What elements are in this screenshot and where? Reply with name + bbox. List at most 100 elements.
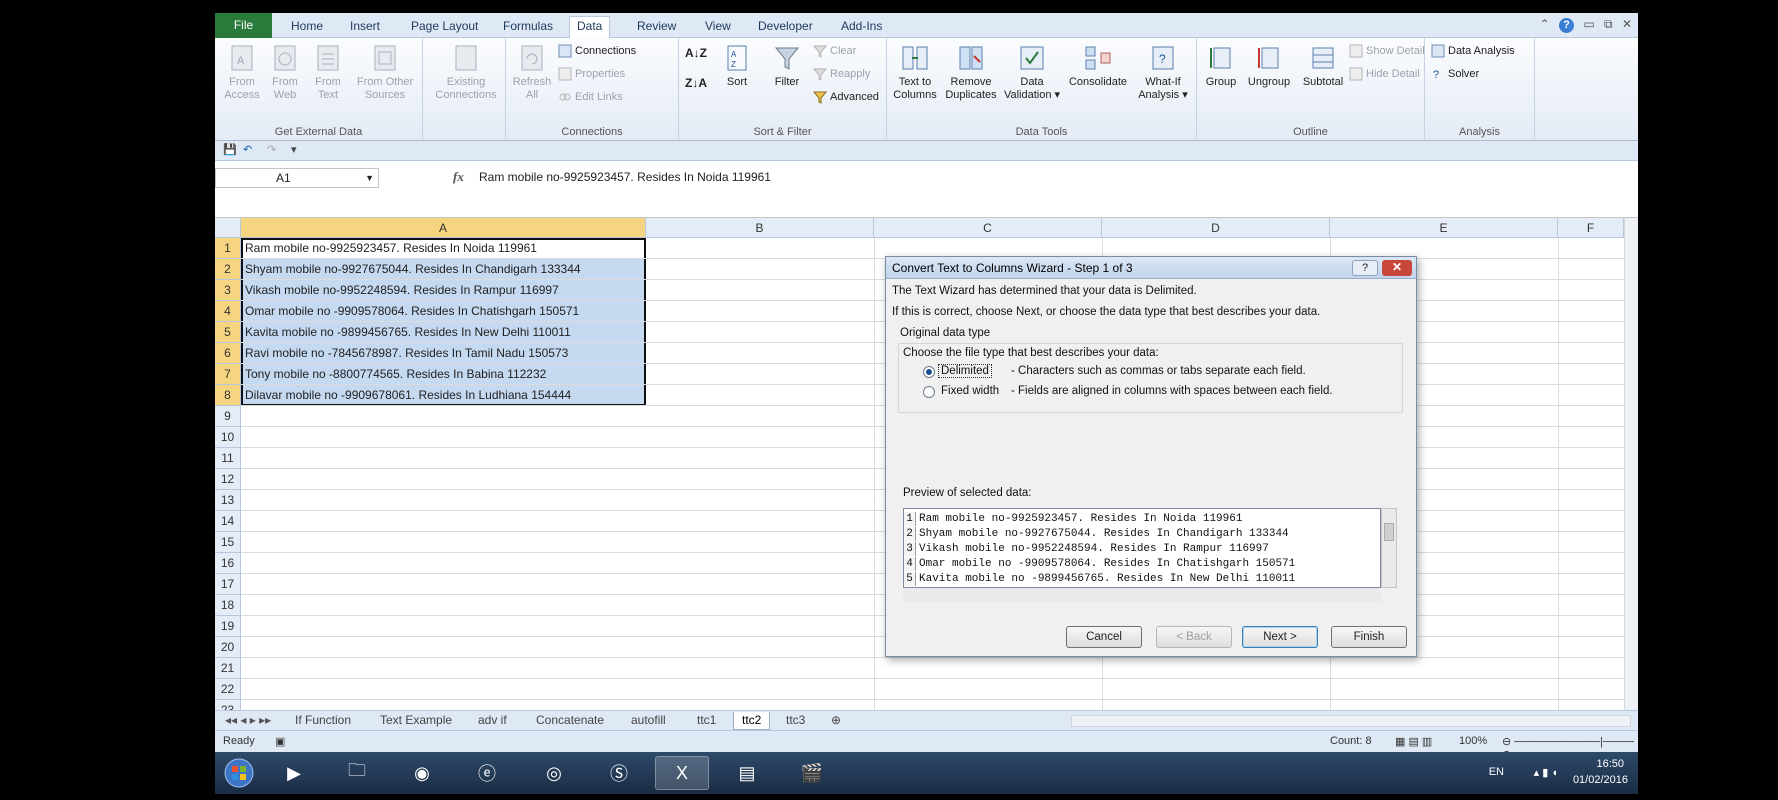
row-header[interactable]: 9 (215, 406, 241, 427)
row-header[interactable]: 15 (215, 532, 241, 553)
refresh-all-button[interactable]: Refresh All (508, 42, 556, 102)
row-header[interactable]: 17 (215, 574, 241, 595)
dialog-close-button[interactable]: ✕ (1382, 260, 1412, 276)
row-header[interactable]: 7 (215, 364, 241, 385)
sheet-tab-adv-if[interactable]: adv if (470, 712, 515, 730)
video-app-icon[interactable]: 🎬 (785, 756, 839, 790)
row-header[interactable]: 1 (215, 238, 241, 259)
tab-view[interactable]: View (698, 17, 738, 37)
advanced-button[interactable]: Advanced (813, 88, 879, 106)
cancel-button[interactable]: Cancel (1066, 626, 1142, 648)
cell-a5[interactable]: Kavita mobile no -9899456765. Resides In… (245, 322, 571, 343)
media-player-icon[interactable]: ▶ (267, 756, 321, 790)
column-header-e[interactable]: E (1330, 218, 1558, 238)
row-header[interactable]: 5 (215, 322, 241, 343)
back-button[interactable]: < Back (1156, 626, 1232, 648)
internet-explorer-icon[interactable]: ⓔ (460, 756, 514, 790)
redo-icon[interactable]: ↷ (267, 143, 276, 156)
help-icon[interactable]: ? (1558, 18, 1574, 33)
undo-icon[interactable]: ↶ (243, 143, 252, 156)
insert-sheet-icon[interactable]: ⊕ (823, 712, 849, 730)
column-header-b[interactable]: B (646, 218, 874, 238)
row-header[interactable]: 8 (215, 385, 241, 406)
hide-detail-button[interactable]: Hide Detail (1349, 65, 1420, 83)
formula-input[interactable]: Ram mobile no-9925923457. Resides In Noi… (479, 170, 771, 184)
sort-za-button[interactable]: Z↓A (685, 74, 707, 92)
chrome-icon[interactable]: ◉ (395, 756, 449, 790)
from-other-sources-button[interactable]: From Other Sources (350, 42, 420, 102)
delimited-radio[interactable] (923, 366, 935, 378)
fixed-width-radio[interactable] (923, 386, 935, 398)
connections-button[interactable]: Connections (558, 42, 636, 60)
minimize-ribbon-icon[interactable]: ⌃ (1540, 17, 1550, 31)
remove-duplicates-button[interactable]: Remove Duplicates (941, 42, 1001, 102)
from-access-button[interactable]: A From Access (218, 42, 266, 102)
from-web-button[interactable]: From Web (261, 42, 309, 102)
file-explorer-icon[interactable]: 🗀 (330, 756, 384, 790)
row-header[interactable]: 11 (215, 448, 241, 469)
text-to-columns-button[interactable]: Text to Columns (889, 42, 941, 102)
cell-a1[interactable]: Ram mobile no-9925923457. Resides In Noi… (245, 238, 537, 259)
clock-time[interactable]: 16:50 (1596, 758, 1624, 770)
consolidate-button[interactable]: Consolidate (1067, 42, 1129, 89)
sheet-nav-buttons[interactable]: ◂◂ ◂ ▸ ▸▸ (217, 712, 279, 730)
minimize-icon[interactable]: ▭ (1583, 17, 1594, 31)
customize-qat-icon[interactable]: ▾ (291, 143, 297, 156)
edit-links-button[interactable]: Edit Links (558, 88, 623, 106)
app-icon[interactable]: ◎ (527, 756, 581, 790)
show-detail-button[interactable]: Show Detail (1349, 42, 1425, 60)
row-header[interactable]: 6 (215, 343, 241, 364)
preview-horizontal-scrollbar[interactable] (903, 588, 1381, 602)
column-header-a[interactable]: A (241, 218, 646, 238)
select-all-corner[interactable] (215, 218, 241, 238)
cell-a7[interactable]: Tony mobile no -8800774565. Resides In B… (245, 364, 546, 385)
insert-function-icon[interactable]: fx (453, 169, 464, 185)
sheet-tab-ttc3[interactable]: ttc3 (778, 712, 813, 730)
view-buttons[interactable]: ▦ ▤ ▥ (1395, 735, 1432, 748)
language-indicator[interactable]: EN (1489, 766, 1504, 778)
next-button[interactable]: Next > (1242, 626, 1318, 648)
excel-taskbar-icon[interactable]: X (655, 756, 709, 790)
tab-file[interactable]: File (215, 13, 272, 38)
tray-icons[interactable]: ▴ ▮ ◖ (1534, 766, 1558, 779)
data-validation-button[interactable]: Data Validation ▾ (1003, 42, 1061, 102)
filter-button[interactable]: Filter (763, 42, 811, 89)
clear-button[interactable]: Clear (813, 42, 856, 60)
existing-connections-button[interactable]: Existing Connections (430, 42, 502, 102)
finish-button[interactable]: Finish (1331, 626, 1407, 648)
dialog-help-button[interactable]: ? (1352, 260, 1378, 276)
dialog-title-bar[interactable]: Convert Text to Columns Wizard - Step 1 … (886, 257, 1416, 279)
tab-formulas[interactable]: Formulas (496, 17, 560, 37)
row-header[interactable]: 13 (215, 490, 241, 511)
tab-page-layout[interactable]: Page Layout (404, 17, 485, 37)
row-header[interactable]: 21 (215, 658, 241, 679)
data-analysis-button[interactable]: Data Analysis (1431, 42, 1515, 60)
row-header[interactable]: 19 (215, 616, 241, 637)
preview-pane[interactable]: 1 Ram mobile no-9925923457. Resides In No… (903, 508, 1381, 588)
from-text-button[interactable]: From Text (304, 42, 352, 102)
row-header[interactable]: 2 (215, 259, 241, 280)
cell-a8[interactable]: Dilavar mobile no -9909678061. Resides I… (245, 385, 571, 406)
start-button-icon[interactable] (217, 756, 261, 790)
properties-button[interactable]: Properties (558, 65, 625, 83)
row-header[interactable]: 20 (215, 637, 241, 658)
close-icon[interactable]: ✕ (1622, 17, 1632, 31)
row-header[interactable]: 16 (215, 553, 241, 574)
tab-review[interactable]: Review (630, 17, 683, 37)
tab-home[interactable]: Home (284, 17, 330, 37)
zoom-level[interactable]: 100% (1459, 735, 1487, 747)
column-header-d[interactable]: D (1102, 218, 1330, 238)
clock-date[interactable]: 01/02/2016 (1573, 774, 1628, 786)
save-icon[interactable]: 💾 (223, 143, 237, 156)
notes-icon[interactable]: ▤ (720, 756, 774, 790)
sheet-tab-text-example[interactable]: Text Example (372, 712, 460, 730)
what-if-analysis-button[interactable]: ? What-If Analysis ▾ (1133, 42, 1193, 102)
sheet-tab-ttc2[interactable]: ttc2 (733, 712, 771, 730)
sheet-tab-if-function[interactable]: If Function (287, 712, 359, 730)
row-header[interactable]: 18 (215, 595, 241, 616)
sort-button[interactable]: AZ Sort (713, 42, 761, 89)
skype-icon[interactable]: Ⓢ (592, 756, 646, 790)
name-box[interactable]: A1 ▼ (215, 168, 379, 188)
chevron-down-icon[interactable]: ▼ (365, 169, 374, 187)
sort-az-button[interactable]: A↓Z (685, 44, 707, 62)
